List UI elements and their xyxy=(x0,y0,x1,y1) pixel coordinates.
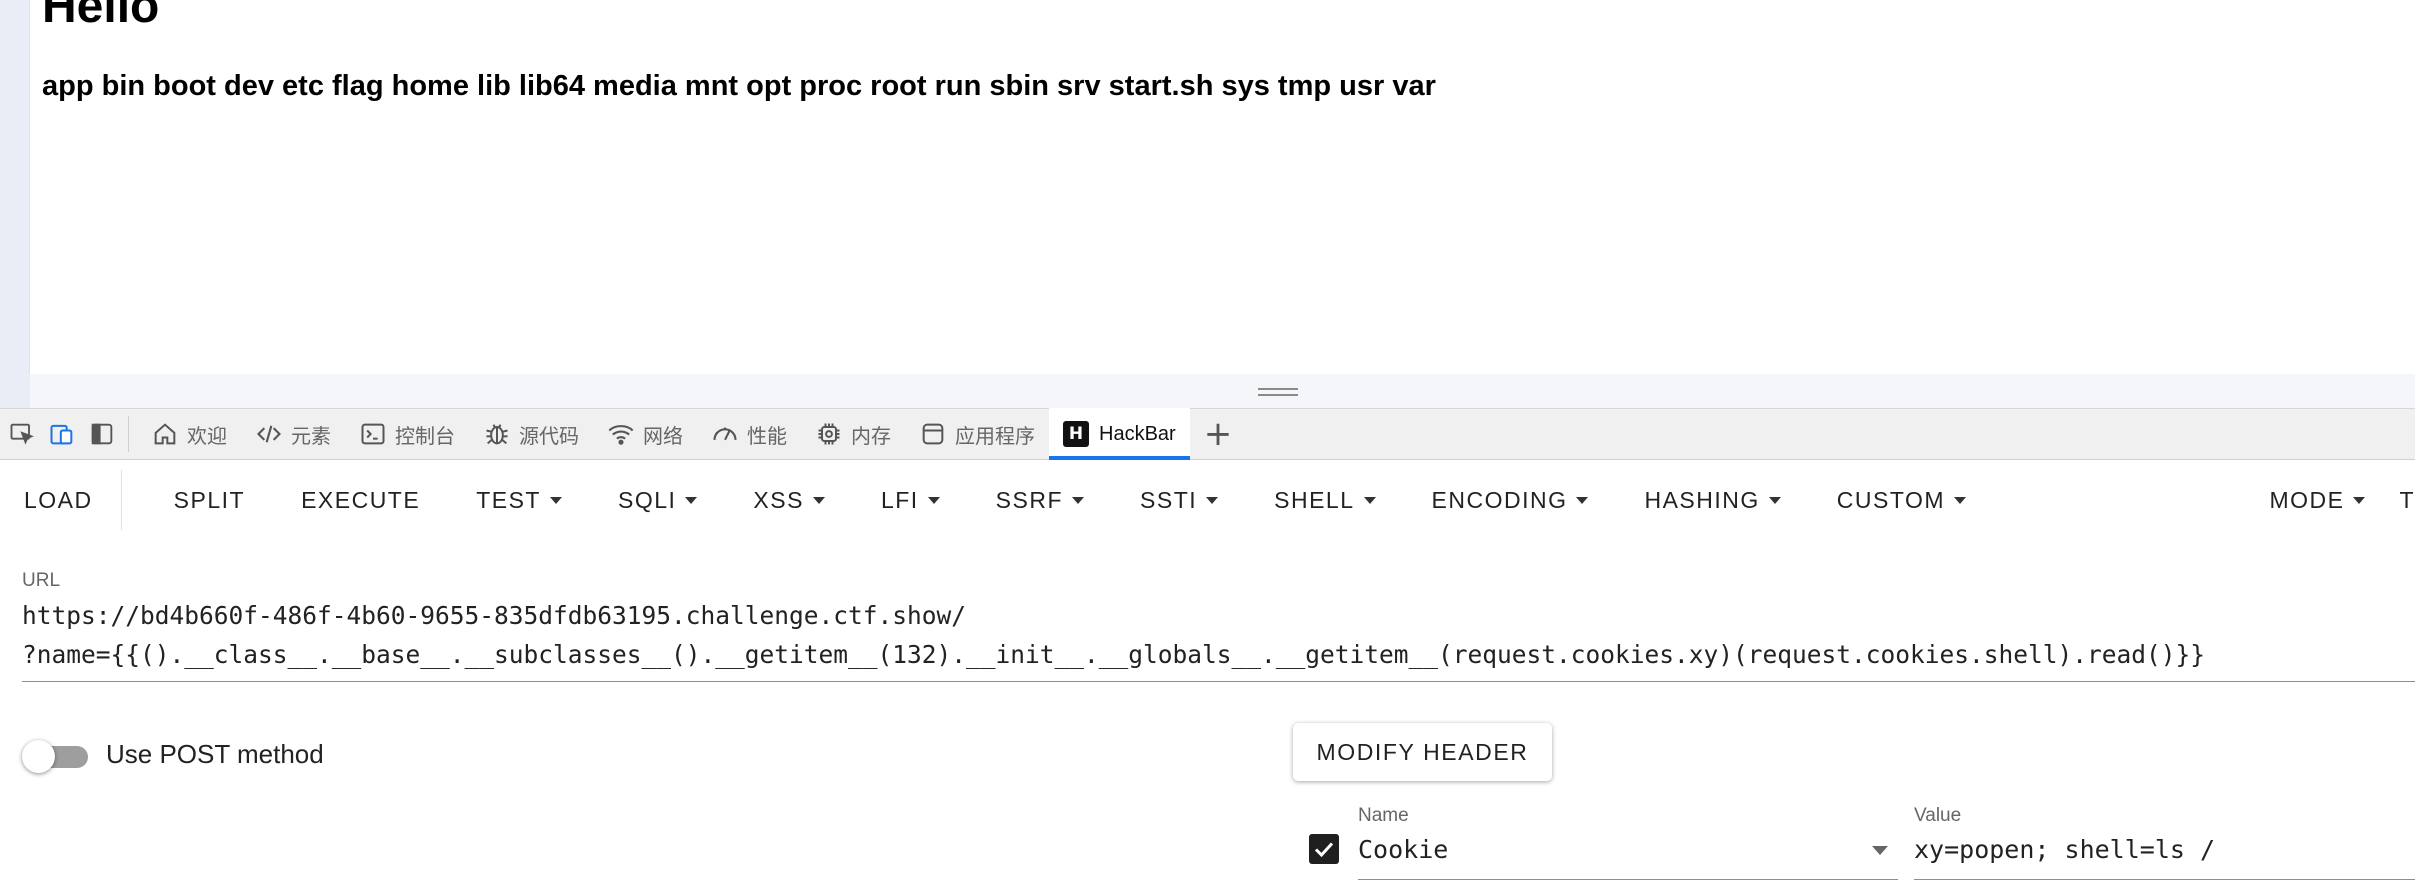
bug-icon xyxy=(486,424,508,445)
header-enabled-checkbox[interactable] xyxy=(1309,834,1339,864)
truncated-menu-button[interactable]: T xyxy=(2393,470,2415,530)
chevron-down-icon xyxy=(1363,496,1376,504)
lfi-label: LFI xyxy=(880,486,919,513)
hackbar-toolbar: LOAD SPLIT EXECUTE TEST SQLI XSS LFI SSR… xyxy=(0,460,2415,540)
tab-memory-label: 内存 xyxy=(851,425,891,448)
xss-label: XSS xyxy=(753,486,804,513)
chevron-down-icon xyxy=(685,496,698,504)
tab-memory[interactable]: 内存 xyxy=(801,408,905,460)
devtools-resize-splitter[interactable] xyxy=(0,374,2415,408)
tab-elements-label: 元素 xyxy=(291,425,331,448)
code-icon xyxy=(257,425,281,443)
gauge-icon xyxy=(713,427,737,441)
test-menu-button[interactable]: TEST xyxy=(448,470,590,530)
page-viewport: Hello app bin boot dev etc flag home lib… xyxy=(0,0,2415,408)
tab-hackbar-label: HackBar xyxy=(1099,422,1176,445)
tab-console-label: 控制台 xyxy=(395,425,455,448)
tab-sources[interactable]: 源代码 xyxy=(469,408,593,460)
ssti-label: SSTI xyxy=(1140,486,1198,513)
load-label: LOAD xyxy=(24,486,93,513)
execute-button[interactable]: EXECUTE xyxy=(273,470,448,530)
tab-hackbar[interactable]: H HackBar xyxy=(1049,408,1190,460)
header-name-value: Cookie xyxy=(1358,835,1449,864)
tab-application-label: 应用程序 xyxy=(955,425,1035,448)
mode-menu-button[interactable]: MODE xyxy=(2241,470,2393,530)
chevron-down-icon xyxy=(812,496,825,504)
custom-menu-button[interactable]: CUSTOM xyxy=(1809,470,1994,530)
split-label: SPLIT xyxy=(173,486,246,513)
xss-menu-button[interactable]: XSS xyxy=(725,470,853,530)
hashing-label: HASHING xyxy=(1644,486,1760,513)
checkmark-icon xyxy=(1314,842,1334,858)
execute-label: EXECUTE xyxy=(301,486,421,513)
header-value-input[interactable]: xy=popen; shell=ls / xyxy=(1914,830,2415,880)
post-method-toggle[interactable] xyxy=(22,738,88,774)
shell-menu-button[interactable]: SHELL xyxy=(1246,470,1403,530)
wifi-icon xyxy=(608,425,634,445)
chevron-down-icon xyxy=(1954,496,1967,504)
tab-console[interactable]: 控制台 xyxy=(345,408,469,460)
encoding-menu-button[interactable]: ENCODING xyxy=(1404,470,1617,530)
toggle-thumb xyxy=(22,740,55,773)
window-icon xyxy=(922,423,944,445)
tab-welcome[interactable]: 欢迎 xyxy=(137,408,241,460)
custom-label: CUSTOM xyxy=(1836,486,1946,513)
encoding-label: ENCODING xyxy=(1431,486,1568,513)
chevron-down-icon xyxy=(1576,496,1589,504)
sqli-label: SQLI xyxy=(617,486,677,513)
load-button[interactable]: LOAD xyxy=(0,470,121,530)
add-tab-plus-icon[interactable]: + xyxy=(1190,408,1247,460)
test-label: TEST xyxy=(476,486,541,513)
chip-icon xyxy=(818,423,840,445)
home-icon xyxy=(154,423,176,445)
toolbar-divider xyxy=(128,416,129,452)
ssrf-label: SSRF xyxy=(995,486,1064,513)
url-textarea[interactable]: https://bd4b660f-486f-4b60-9655-835dfdb6… xyxy=(22,596,2415,682)
load-options-dropdown[interactable] xyxy=(120,470,146,530)
dock-side-icon[interactable] xyxy=(84,416,120,452)
chevron-down-icon xyxy=(549,496,562,504)
sqli-menu-button[interactable]: SQLI xyxy=(590,470,725,530)
chevron-down-icon xyxy=(1072,496,1085,504)
header-value-label: Value xyxy=(1914,805,1962,826)
tab-sources-label: 源代码 xyxy=(519,425,579,448)
split-button[interactable]: SPLIT xyxy=(146,470,273,530)
page-heading: Hello xyxy=(42,0,160,33)
chevron-down-icon[interactable] xyxy=(1872,846,1888,855)
chevron-down-icon xyxy=(927,496,940,504)
tab-performance-label: 性能 xyxy=(747,425,787,448)
tab-elements[interactable]: 元素 xyxy=(241,408,345,460)
tab-network-label: 网络 xyxy=(643,425,683,448)
url-line-2: ?name={{().__class__.__base__.__subclass… xyxy=(22,640,2206,669)
device-emulation-icon[interactable] xyxy=(44,416,80,452)
ssti-menu-button[interactable]: SSTI xyxy=(1112,470,1246,530)
url-label: URL xyxy=(22,570,61,591)
chevron-down-icon xyxy=(2353,496,2366,504)
tab-network[interactable]: 网络 xyxy=(593,408,697,460)
devtools-tab-bar: 欢迎 元素 控制台 源代码 网络 性能 内存 应用程序 H HackBar + xyxy=(0,408,2415,460)
post-method-label: Use POST method xyxy=(106,739,324,769)
directory-listing: app bin boot dev etc flag home lib lib64… xyxy=(42,70,1436,102)
url-line-1: https://bd4b660f-486f-4b60-9655-835dfdb6… xyxy=(22,601,967,630)
header-name-label: Name xyxy=(1358,805,1409,826)
hackbar-logo-icon: H xyxy=(1063,421,1089,447)
header-name-input[interactable]: Cookie xyxy=(1358,830,1898,880)
inspect-element-icon[interactable] xyxy=(4,416,40,452)
chevron-down-icon xyxy=(1206,496,1219,504)
mode-label: MODE xyxy=(2269,486,2345,513)
console-icon xyxy=(361,423,385,445)
lfi-menu-button[interactable]: LFI xyxy=(853,470,968,530)
tab-welcome-label: 欢迎 xyxy=(187,425,227,448)
truncated-label: T xyxy=(2399,486,2415,513)
hashing-menu-button[interactable]: HASHING xyxy=(1616,470,1808,530)
tab-performance[interactable]: 性能 xyxy=(697,408,801,460)
drag-handle-icon[interactable] xyxy=(1258,388,1298,396)
ssrf-menu-button[interactable]: SSRF xyxy=(968,470,1112,530)
shell-label: SHELL xyxy=(1274,486,1355,513)
left-gutter xyxy=(0,0,30,408)
chevron-down-icon xyxy=(1768,496,1781,504)
hackbar-panel: LOAD SPLIT EXECUTE TEST SQLI XSS LFI SSR… xyxy=(0,460,2415,895)
modify-header-button[interactable]: MODIFY HEADER xyxy=(1293,723,1552,781)
tab-application[interactable]: 应用程序 xyxy=(905,408,1049,460)
